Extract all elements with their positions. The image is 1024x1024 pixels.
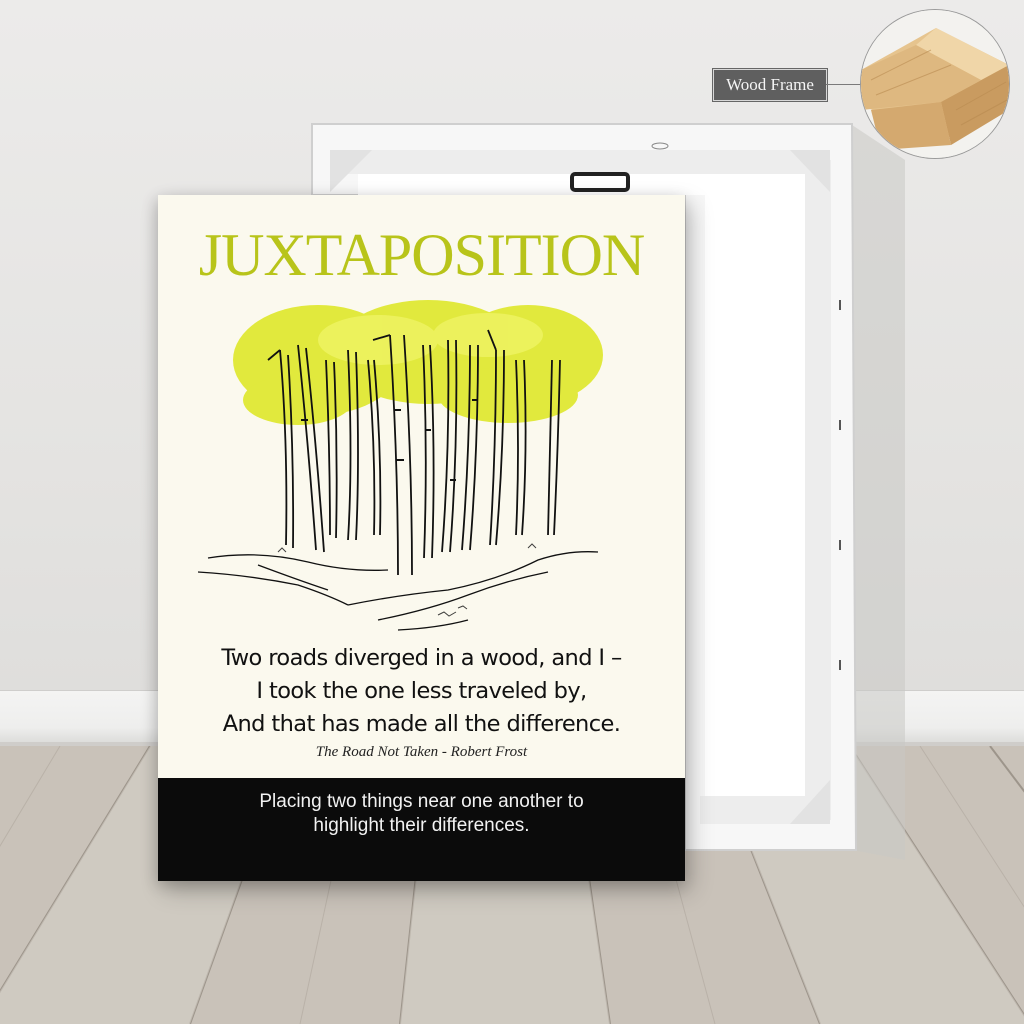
- definition-line: highlight their differences.: [313, 815, 530, 836]
- definition-text: Placing two things near one another to h…: [158, 790, 685, 838]
- callout-connector: [826, 84, 862, 85]
- poster: JUXTAPOSITION Two roads diverged in a wo…: [158, 195, 685, 881]
- definition-line: Placing two things near one another to: [259, 791, 584, 812]
- poster-title: JUXTAPOSITION: [198, 222, 646, 288]
- tree-illustration: [198, 300, 603, 631]
- poster-footer: Placing two things near one another to h…: [158, 778, 685, 881]
- poem-line: Two roads diverged in a wood, and I –: [221, 645, 622, 671]
- wood-frame-corner-photo: [860, 9, 1010, 159]
- poem-line: I took the one less traveled by,: [256, 678, 587, 704]
- poem-line: And that has made all the difference.: [222, 711, 621, 737]
- wood-frame-label: Wood Frame: [713, 69, 827, 101]
- poem-attribution: The Road Not Taken - Robert Frost: [315, 744, 528, 760]
- poem-quote: Two roads diverged in a wood, and I – I …: [158, 642, 685, 741]
